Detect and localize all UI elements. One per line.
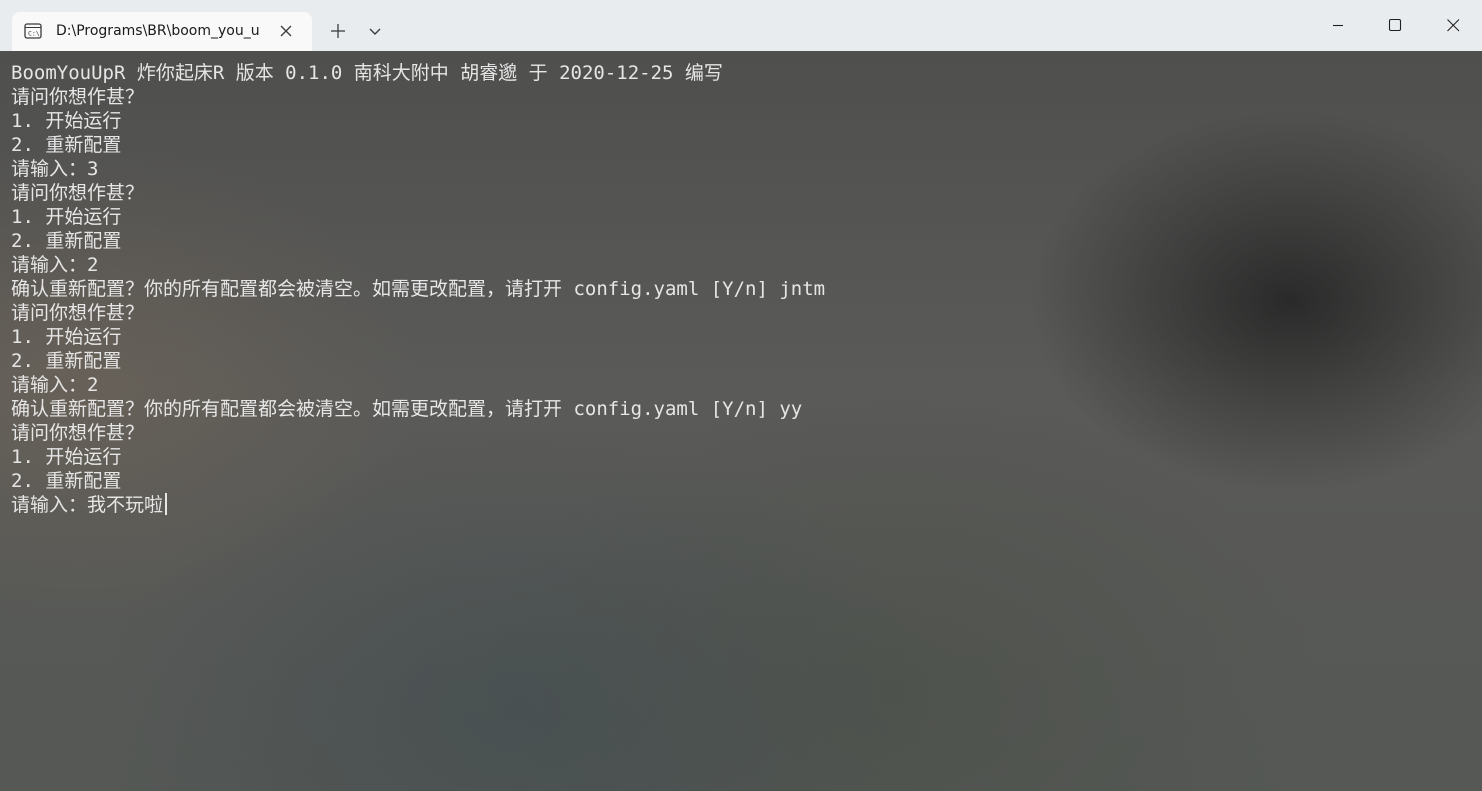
terminal-line: 请输入：3 — [11, 158, 99, 180]
terminal-window: C:\ D:\Programs\BR\boom_you_u BoomYouUpR… — [0, 0, 1482, 791]
terminal-line: 确认重新配置？你的所有配置都会被清空。如需更改配置，请打开 config.yam… — [11, 278, 826, 300]
svg-text:C:\: C:\ — [28, 30, 40, 38]
text-cursor — [165, 493, 168, 515]
terminal-line: 1. 开始运行 — [11, 110, 122, 132]
terminal-line: 1. 开始运行 — [11, 446, 122, 468]
maximize-icon[interactable] — [1366, 0, 1424, 51]
terminal-line: 请问你想作甚？ — [11, 86, 145, 108]
terminal-line: 请问你想作甚？ — [11, 422, 145, 444]
terminal-line: 1. 开始运行 — [11, 326, 122, 348]
close-icon[interactable] — [276, 21, 296, 41]
window-close-icon[interactable] — [1424, 0, 1482, 51]
terminal-line: BoomYouUpR 炸你起床R 版本 0.1.0 南科大附中 胡睿邈 于 20… — [11, 62, 723, 84]
minimize-icon[interactable] — [1309, 0, 1367, 51]
chevron-down-icon[interactable] — [363, 19, 387, 43]
terminal-line: 请输入：2 — [11, 374, 99, 396]
terminal-line: 请输入：2 — [11, 254, 99, 276]
terminal-line: 2. 重新配置 — [11, 350, 122, 372]
terminal-line: 请问你想作甚？ — [11, 182, 145, 204]
terminal-tab[interactable]: C:\ D:\Programs\BR\boom_you_u — [12, 12, 312, 51]
title-bar[interactable]: C:\ D:\Programs\BR\boom_you_u — [0, 0, 1482, 51]
terminal-line: 2. 重新配置 — [11, 230, 122, 252]
plus-icon[interactable] — [326, 19, 350, 43]
terminal-icon: C:\ — [24, 22, 42, 40]
terminal-prompt: 请输入：我不玩啦 — [11, 494, 164, 516]
terminal-line: 2. 重新配置 — [11, 134, 122, 156]
terminal-line: 2. 重新配置 — [11, 470, 122, 492]
terminal-input-line[interactable]: 请输入：我不玩啦 — [11, 493, 168, 517]
terminal-line: 1. 开始运行 — [11, 206, 122, 228]
terminal-line: 请问你想作甚？ — [11, 302, 145, 324]
terminal-output[interactable]: BoomYouUpR 炸你起床R 版本 0.1.0 南科大附中 胡睿邈 于 20… — [0, 51, 1482, 791]
tab-title: D:\Programs\BR\boom_you_u — [56, 23, 260, 39]
terminal-line: 确认重新配置？你的所有配置都会被清空。如需更改配置，请打开 config.yam… — [11, 398, 803, 420]
